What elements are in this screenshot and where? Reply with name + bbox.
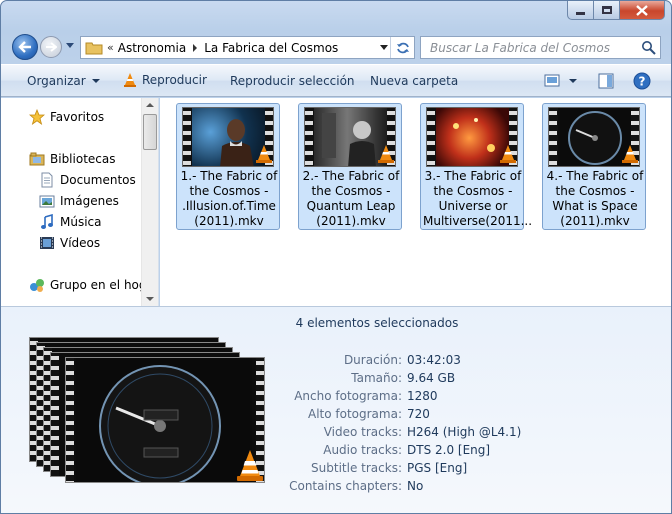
breadcrumb-astronomia[interactable]: Astronomia xyxy=(118,41,187,55)
nav-libraries[interactable]: Bibliotecas xyxy=(29,151,115,167)
preview-pane-button[interactable] xyxy=(598,73,614,89)
navigation-row: « Astronomia La Fabrica del Cosmos Busca… xyxy=(1,32,671,62)
caption-buttons xyxy=(567,1,665,21)
stacked-thumbnail xyxy=(29,337,269,487)
view-icon xyxy=(544,74,560,87)
help-button[interactable]: ? xyxy=(633,72,651,90)
nav-videos-label: Vídeos xyxy=(60,236,101,250)
play-selection-label: Reproducir selección xyxy=(230,74,355,88)
nav-music[interactable]: Música xyxy=(39,214,102,230)
search-icon[interactable] xyxy=(641,40,656,55)
property-size: Tamaño: 9.64 GB xyxy=(351,371,456,385)
minimize-button[interactable] xyxy=(567,1,594,20)
vlc-icon xyxy=(256,145,272,163)
forward-arrow-icon xyxy=(46,42,57,52)
property-subtitle-tracks: Subtitle tracks: PGS [Eng] xyxy=(311,461,468,475)
file-tile[interactable]: 1.- The Fabric of the Cosmos - .Illusion.o… xyxy=(176,103,280,230)
command-bar: Organizar Reproducir Reproducir selecció… xyxy=(1,64,671,97)
nav-favorites[interactable]: Favoritos xyxy=(29,109,104,125)
refresh-button[interactable] xyxy=(390,37,414,58)
chevron-down-icon xyxy=(91,79,100,83)
file-list: 1.- The Fabric of the Cosmos - .Illusion.o… xyxy=(160,98,671,306)
nav-images-label: Imágenes xyxy=(60,194,119,208)
document-icon xyxy=(39,172,55,188)
back-button[interactable] xyxy=(12,34,38,60)
preview-pane-icon xyxy=(598,73,614,89)
details-pane: 4 elementos seleccionados Duración: 03:4… xyxy=(1,306,671,513)
nav-homegroup[interactable]: Grupo en el hoga xyxy=(29,277,154,293)
property-duration: Duración: 03:42:03 xyxy=(343,353,461,367)
play-button[interactable]: Reproducir xyxy=(122,72,207,88)
nav-documents-label: Documentos xyxy=(60,173,136,187)
property-audio-tracks: Audio tracks: DTS 2.0 [Eng] xyxy=(323,443,491,457)
music-icon xyxy=(39,214,55,230)
nav-videos[interactable]: Vídeos xyxy=(39,235,100,251)
scroll-up-icon[interactable] xyxy=(146,103,154,107)
folder-icon xyxy=(85,42,103,54)
breadcrumb-separator-icon[interactable] xyxy=(193,43,198,52)
scroll-down-icon[interactable] xyxy=(146,297,154,301)
chevron-down-icon[interactable] xyxy=(569,78,577,83)
minimize-icon xyxy=(576,11,585,15)
file-name: 4.- The Fabric of the Cosmos - What is Spa… xyxy=(546,169,644,228)
vlc-icon xyxy=(500,145,516,163)
explorer-window: « Astronomia La Fabrica del Cosmos Busca… xyxy=(0,0,672,514)
organize-button[interactable]: Organizar xyxy=(27,74,100,88)
nav-scrollbar[interactable] xyxy=(141,98,158,306)
vlc-icon xyxy=(124,73,136,87)
organize-label: Organizar xyxy=(27,74,86,88)
property-chapters: Contains chapters: No xyxy=(289,479,424,493)
recent-pages-button[interactable] xyxy=(64,40,76,52)
library-icon xyxy=(29,151,45,167)
selection-count: 4 elementos seleccionados xyxy=(295,316,459,330)
file-tile[interactable]: 3.- The Fabric of the Cosmos - Universe or… xyxy=(420,103,533,230)
svg-text:?: ? xyxy=(639,75,646,89)
search-input[interactable]: Buscar La Fabrica del Cosmos xyxy=(421,41,610,55)
nav-music-label: Música xyxy=(60,215,102,229)
play-selection-button[interactable]: Reproducir selección xyxy=(230,74,355,88)
new-folder-button[interactable]: Nueva carpeta xyxy=(370,74,458,88)
star-icon xyxy=(29,109,45,125)
play-label: Reproducir xyxy=(142,73,207,87)
maximize-button[interactable] xyxy=(594,1,620,20)
address-bar[interactable]: « Astronomia La Fabrica del Cosmos xyxy=(80,36,415,59)
breadcrumb-current-folder[interactable]: La Fabrica del Cosmos xyxy=(204,41,338,55)
file-name: 2.- The Fabric of the Cosmos - Quantum Lea… xyxy=(302,169,400,228)
chevron-down-icon xyxy=(66,43,74,48)
maximize-icon xyxy=(601,6,612,14)
file-name: 3.- The Fabric of the Cosmos - Universe or… xyxy=(423,169,533,228)
close-icon xyxy=(636,4,648,16)
navigation-pane: Favoritos Bibliotecas Documentos Imágene… xyxy=(1,98,159,306)
property-frame-width: Ancho fotograma: 1280 xyxy=(294,389,438,403)
forward-button[interactable] xyxy=(40,36,62,58)
search-box[interactable]: Buscar La Fabrica del Cosmos xyxy=(420,36,661,59)
file-tile[interactable]: 2.- The Fabric of the Cosmos - Quantum Lea… xyxy=(298,103,402,230)
vlc-icon xyxy=(378,145,394,163)
file-tile[interactable]: 4.- The Fabric of the Cosmos - What is Spa… xyxy=(542,103,646,230)
help-icon: ? xyxy=(633,72,651,90)
nav-libraries-label: Bibliotecas xyxy=(50,152,116,166)
nav-images[interactable]: Imágenes xyxy=(39,193,119,209)
property-frame-height: Alto fotograma: 720 xyxy=(307,407,430,421)
back-arrow-icon xyxy=(18,41,31,53)
nav-homegroup-label: Grupo en el hoga xyxy=(50,278,154,292)
nav-favorites-label: Favoritos xyxy=(50,110,105,124)
nav-documents[interactable]: Documentos xyxy=(39,172,136,188)
scroll-thumb[interactable] xyxy=(143,114,157,150)
file-name: 1.- The Fabric of the Cosmos - .Illusion.o… xyxy=(180,169,278,228)
homegroup-icon xyxy=(29,277,45,293)
refresh-icon xyxy=(396,42,409,53)
film-icon xyxy=(39,235,55,251)
new-folder-label: Nueva carpeta xyxy=(370,74,459,88)
address-dropdown-icon[interactable] xyxy=(380,45,388,50)
vlc-icon xyxy=(622,145,638,163)
property-video-tracks: Video tracks: H264 (High @L4.1) xyxy=(323,425,522,439)
image-icon xyxy=(39,193,55,209)
close-button[interactable] xyxy=(620,1,665,20)
change-view-button[interactable] xyxy=(544,74,577,87)
breadcrumb-overflow[interactable]: « xyxy=(107,41,114,54)
